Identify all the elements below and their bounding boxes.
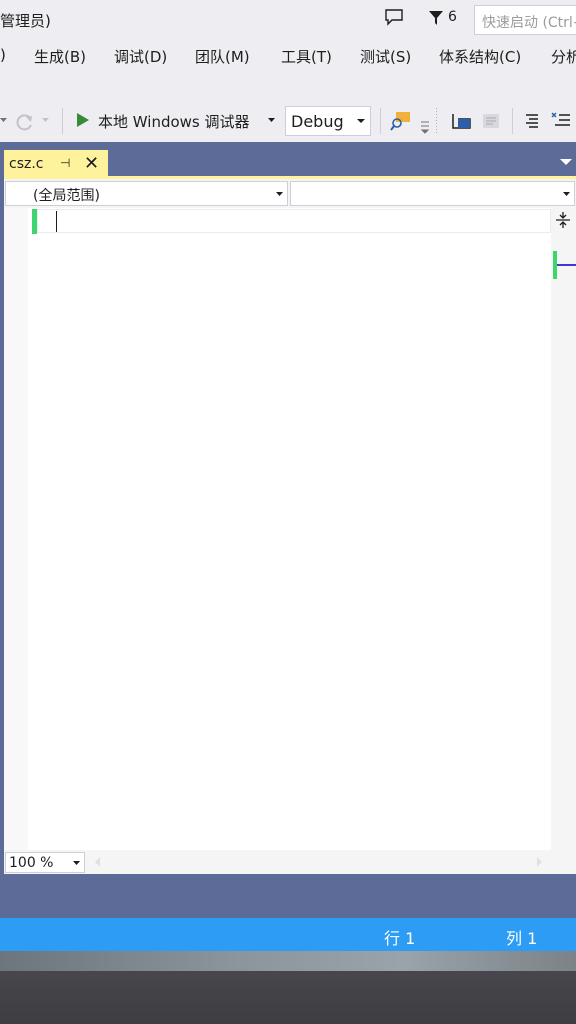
zoom-select[interactable]: 100 %: [5, 852, 85, 873]
menu-item-team[interactable]: 团队(M): [195, 46, 250, 67]
undo-dropdown-icon[interactable]: [0, 116, 8, 124]
zoom-value: 100 %: [9, 855, 54, 871]
chevron-down-icon: [73, 861, 80, 865]
horizontal-scrollbar[interactable]: [4, 850, 576, 874]
toolbar-separator: [512, 108, 513, 134]
toolbar-separator: [62, 108, 63, 134]
current-line-highlight: [37, 209, 551, 233]
scrollbar-caret-marker: [557, 264, 576, 266]
uncomment-lines-icon[interactable]: [550, 110, 572, 132]
start-debugging-button[interactable]: 本地 Windows 调试器: [98, 111, 250, 132]
notification-count: 6: [448, 9, 457, 25]
scroll-right-icon[interactable]: [536, 856, 544, 868]
status-column-number: 列 1: [506, 929, 538, 948]
toolbar-separator: [380, 108, 381, 134]
toolbar-grip: [436, 108, 437, 134]
menu-item-architecture[interactable]: 体系结构(C): [439, 46, 521, 67]
scope-select[interactable]: (全局范围): [5, 181, 288, 206]
start-debug-icon[interactable]: [76, 112, 90, 128]
close-icon[interactable]: ✕: [84, 153, 99, 174]
status-bar: [0, 918, 576, 951]
desktop-wallpaper-band: [0, 951, 576, 971]
split-window-icon[interactable]: [552, 209, 574, 231]
solution-configuration-select[interactable]: Debug: [285, 106, 371, 136]
quick-launch-input[interactable]: 快速启动 (Ctrl+Q): [474, 5, 576, 35]
status-line-number: 行 1: [384, 929, 416, 948]
menu-item-build[interactable]: 生成(B): [34, 46, 86, 67]
redo-dropdown-icon[interactable]: [42, 116, 50, 124]
tool-window-area: [0, 874, 576, 918]
chevron-down-icon: [563, 192, 570, 196]
feedback-icon[interactable]: [384, 8, 404, 26]
configuration-value: Debug: [291, 112, 344, 131]
tab-overflow-chevron-icon[interactable]: [560, 157, 572, 167]
redo-icon[interactable]: [14, 110, 36, 132]
chevron-down-icon: [357, 119, 365, 123]
member-select[interactable]: [290, 181, 575, 206]
text-caret: [56, 211, 57, 232]
scroll-left-icon[interactable]: [93, 856, 101, 868]
indicator-margin: [4, 208, 28, 850]
format-icon[interactable]: [480, 110, 502, 132]
notification-flag-icon[interactable]: [428, 10, 444, 26]
menu-item-analyze[interactable]: 分析: [551, 46, 576, 67]
scope-value: (全局范围): [33, 188, 100, 204]
menu-item-tools[interactable]: 工具(T): [281, 46, 332, 67]
pin-icon[interactable]: ⊣: [60, 156, 70, 170]
vertical-scrollbar[interactable]: [551, 208, 576, 850]
tab-label: csz.c: [9, 156, 44, 172]
window-title: 管理员): [0, 12, 51, 30]
comment-lines-icon[interactable]: [522, 112, 540, 130]
chevron-down-icon: [276, 192, 283, 196]
menu-item-view[interactable]: ): [0, 46, 6, 64]
menu-item-debug[interactable]: 调试(D): [114, 46, 167, 67]
code-editor[interactable]: [4, 208, 576, 850]
toolbar-overflow-icon[interactable]: [420, 120, 430, 134]
debugger-dropdown-icon[interactable]: [268, 116, 276, 124]
bookmark-icon[interactable]: [450, 110, 472, 132]
find-in-files-icon[interactable]: [390, 110, 414, 132]
menu-item-test[interactable]: 测试(S): [360, 46, 411, 67]
